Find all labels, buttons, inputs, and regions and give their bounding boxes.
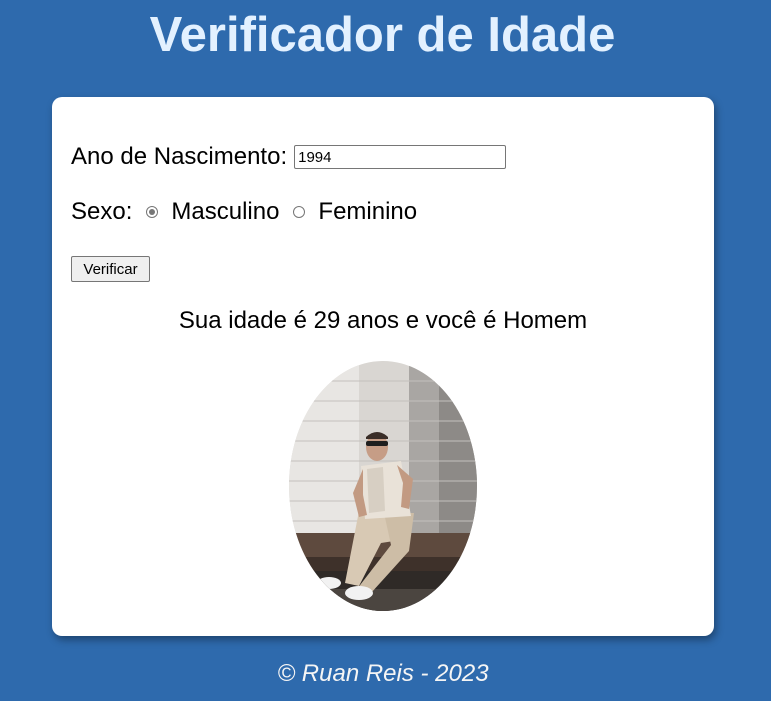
verify-button[interactable]: Verificar — [71, 256, 150, 282]
verifier-card: Ano de Nascimento: Sexo: Masculino Femin… — [52, 97, 714, 636]
birth-year-label: Ano de Nascimento: — [71, 143, 288, 170]
person-photo — [289, 361, 477, 611]
result-text: Sua idade é 29 anos e você é Homem — [178, 307, 588, 334]
radio-feminino-label[interactable]: Feminino — [318, 198, 417, 226]
page-title: Verificador de Idade — [149, 8, 616, 62]
birth-year-input[interactable] — [294, 145, 507, 169]
sex-row: Sexo: Masculino Feminino — [71, 197, 417, 227]
radio-feminino[interactable] — [293, 206, 306, 218]
radio-masculino-label[interactable]: Masculino — [171, 198, 279, 226]
radio-masculino[interactable] — [146, 206, 159, 218]
birth-year-row: Ano de Nascimento: — [71, 142, 507, 172]
footer-copyright: © Ruan Reis - 2023 — [277, 660, 489, 687]
sex-label: Sexo: — [71, 198, 133, 225]
